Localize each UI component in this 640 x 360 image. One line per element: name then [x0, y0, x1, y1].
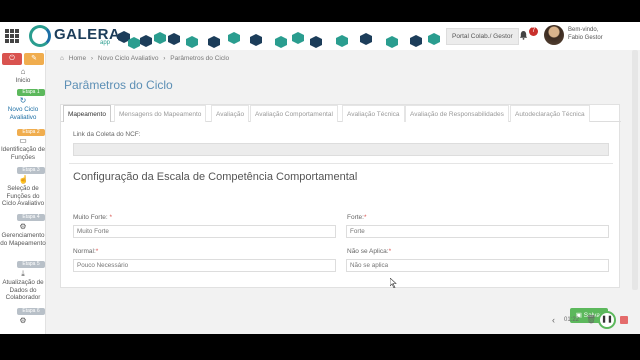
welcome-text: Bem-vindo,: [568, 27, 599, 33]
sidebar-item-gerenciamento[interactable]: ⚙ Gerenciamento do Mapeamento: [0, 223, 46, 247]
tab-autodeclaracao[interactable]: Autodeclaração Técnica: [510, 105, 590, 122]
muito-forte-input[interactable]: [73, 225, 336, 238]
sidebar-item-inicio[interactable]: ⌂ Inicio: [0, 68, 46, 85]
required-mark: *: [363, 214, 367, 221]
normal-label: Normal:*: [73, 248, 98, 255]
section-title: Configuração da Escala de Competência Co…: [73, 171, 358, 183]
ncf-label: Link da Coleta do NCF:: [73, 131, 141, 138]
breadcrumb-ciclo[interactable]: Novo Ciclo Avaliativo: [98, 55, 159, 62]
divider: [69, 163, 613, 164]
tab-avaliacao[interactable]: Avaliação: [211, 105, 250, 122]
bell-icon[interactable]: [519, 30, 528, 40]
chevron-left-icon[interactable]: ‹: [552, 315, 555, 325]
page-title: Parâmetros do Ciclo: [64, 78, 173, 92]
required-mark: *: [388, 248, 392, 255]
sidebar-actions: ⏻ ✎: [0, 52, 46, 66]
tab-bar: Mapeamento Mensagens do Mapeamento Avali…: [61, 105, 621, 122]
sidebar-item-label: Gerenciamento do Mapeamento: [0, 232, 46, 247]
sidebar-item-label: Novo Ciclo Avaliativo: [7, 106, 39, 121]
pause-button[interactable]: ❚❚: [598, 311, 616, 329]
forte-label: Forte:*: [347, 214, 367, 221]
top-bar: GALERA app Portal Colab./ Gestor 7 Bem-v…: [0, 22, 640, 50]
stage-badge: Etapa 5: [17, 261, 45, 268]
stop-button[interactable]: [620, 316, 628, 324]
app-window: GALERA app Portal Colab./ Gestor 7 Bem-v…: [0, 22, 640, 334]
stage-badge: Etapa 2: [17, 129, 45, 136]
tab-mensagens[interactable]: Mensagens do Mapeamento: [114, 105, 207, 122]
breadcrumb-current: Parâmetros do Ciclo: [170, 55, 230, 62]
stage-badge: Etapa 6: [17, 308, 45, 315]
scrollbar[interactable]: [632, 50, 638, 290]
sidebar-item-etapa-6[interactable]: ⚙: [0, 317, 46, 326]
trash-icon[interactable]: 🗑: [586, 315, 596, 324]
mouse-cursor-icon: [390, 278, 397, 288]
forte-input[interactable]: [346, 225, 609, 238]
breadcrumb: ⌂ Home › Novo Ciclo Avaliativo › Parâmet…: [60, 55, 232, 62]
forte-label-text: Forte:: [347, 214, 364, 221]
cogs-icon: ⚙: [19, 222, 27, 231]
avatar[interactable]: [544, 25, 564, 45]
portal-switch-button[interactable]: Portal Colab./ Gestor: [446, 28, 519, 45]
sidebar-item-atualizacao[interactable]: ⤓ Atualização de Dados do Colaborador: [0, 270, 46, 302]
inbox-icon: ▭: [19, 136, 27, 145]
home-icon: ⌂: [20, 67, 26, 76]
ncf-link-input[interactable]: [73, 143, 609, 156]
home-icon[interactable]: ⌂: [60, 55, 64, 62]
sidebar-item-label: Identificação de Funções: [0, 146, 46, 161]
nao-se-aplica-label: Não se Aplica:*: [347, 248, 391, 255]
decorative-hex-band: [110, 30, 440, 50]
recording-controls: ‹ 01:22 🗑 ❚❚: [548, 310, 632, 330]
tab-comportamental[interactable]: Avaliação Comportamental: [250, 105, 338, 122]
tab-tecnica[interactable]: Avaliação Técnica: [342, 105, 405, 122]
parameters-panel: Mapeamento Mensagens do Mapeamento Avali…: [60, 104, 621, 288]
sidebar-item-label: Seleção de Funções do Ciclo Avaliativo: [1, 185, 45, 207]
hand-pointer-icon: ☝: [18, 175, 29, 184]
normal-label-text: Normal:: [73, 248, 96, 255]
sidebar-item-novo-ciclo[interactable]: ↻ Novo Ciclo Avaliativo: [0, 97, 46, 121]
breadcrumb-separator: ›: [163, 55, 166, 62]
stage-badge: Etapa 4: [17, 214, 45, 221]
sidebar-item-identificacao[interactable]: ▭ Identificação de Funções: [0, 137, 46, 161]
download-icon: ⤓: [21, 269, 25, 278]
user-name[interactable]: Fabio Gestor: [568, 35, 603, 41]
edit-button[interactable]: ✎: [24, 53, 44, 65]
required-mark: *: [95, 248, 99, 255]
tab-mapeamento[interactable]: Mapeamento: [63, 105, 111, 122]
stage-badge: Etapa 3: [17, 167, 45, 174]
normal-input[interactable]: [73, 259, 336, 272]
muito-forte-label: Muito Forte: *: [73, 214, 112, 221]
tab-responsabilidades[interactable]: Avaliação de Responsabilidades: [405, 105, 509, 122]
logo-subtext: app: [100, 40, 111, 46]
sidebar: ⏻ ✎ ⌂ Inicio Etapa 1 ↻ Novo Ciclo Avalia…: [0, 50, 46, 334]
refresh-icon: ↻: [19, 96, 27, 105]
nao-se-aplica-input[interactable]: [346, 259, 609, 272]
cogs-icon: ⚙: [19, 316, 27, 325]
sidebar-item-label: Inicio: [15, 77, 31, 84]
muito-forte-label-text: Muito Forte:: [73, 214, 110, 221]
breadcrumb-home[interactable]: Home: [69, 55, 86, 62]
breadcrumb-separator: ›: [90, 55, 94, 62]
nao-se-aplica-label-text: Não se Aplica:: [347, 248, 389, 255]
recording-time: 01:22: [564, 317, 580, 323]
sidebar-item-label: Atualização de Dados do Colaborador: [2, 279, 44, 301]
notification-badge: 7: [529, 27, 538, 36]
sidebar-item-selecao[interactable]: ☝ Seleção de Funções do Ciclo Avaliativo: [0, 176, 46, 208]
stage-badge: Etapa 1: [17, 89, 45, 96]
logo-icon: [29, 25, 51, 47]
required-mark: *: [109, 214, 113, 221]
apps-grid-icon[interactable]: [5, 29, 19, 43]
power-button[interactable]: ⏻: [2, 53, 22, 65]
